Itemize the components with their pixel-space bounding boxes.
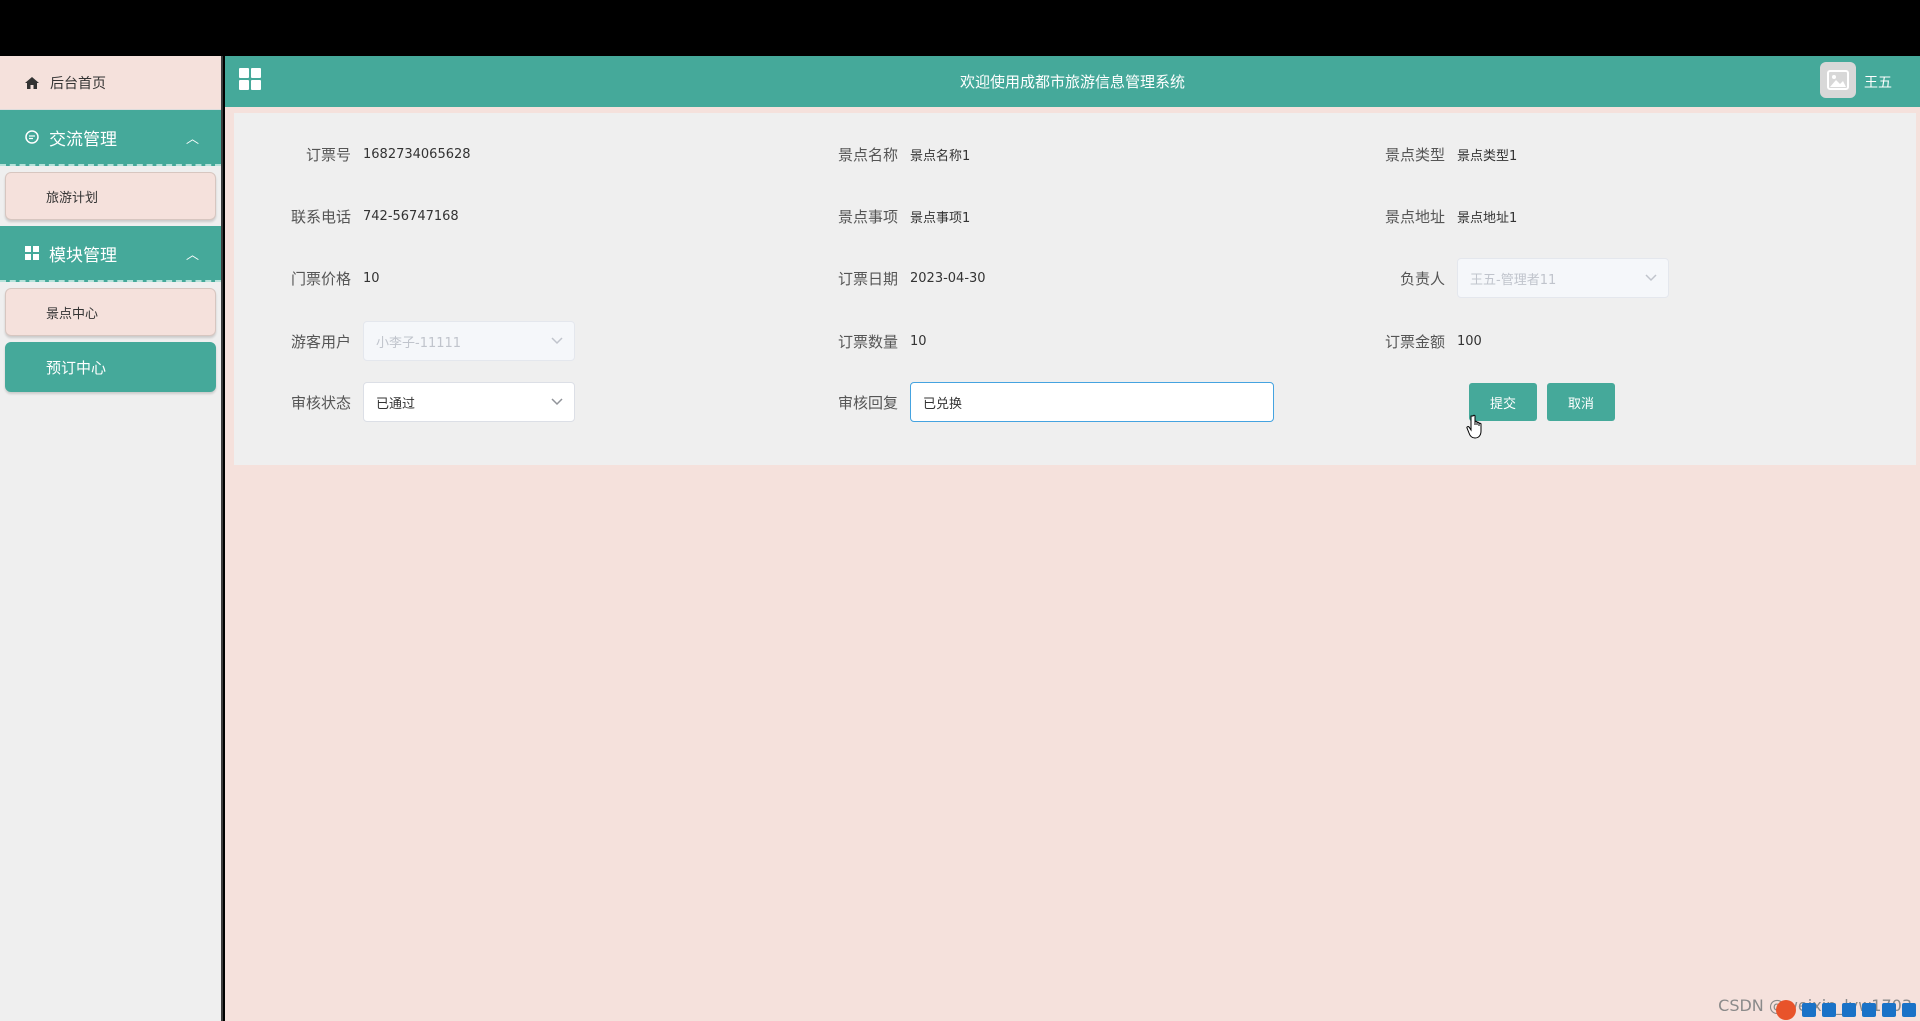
home-icon [25, 76, 39, 89]
field-value: 10 [363, 270, 380, 286]
field-review-reply: 审核回复 已兑换 [830, 382, 1274, 422]
review-reply-input[interactable]: 已兑换 [910, 382, 1274, 422]
mic-icon[interactable] [1842, 1003, 1856, 1017]
screen-top-bar [0, 0, 1920, 56]
field-manager: 负责人 王五-管理者11 [1377, 258, 1669, 298]
avatar[interactable] [1820, 62, 1856, 98]
chat-icon [25, 130, 39, 144]
field-order-no: 订票号 1682734065628 [283, 134, 471, 174]
field-label: 景点类型 [1384, 145, 1445, 164]
field-label: 审核回复 [837, 393, 898, 412]
keyboard-icon[interactable] [1862, 1003, 1876, 1017]
sidebar-group-communication[interactable]: 交流管理 ︿ [0, 110, 221, 166]
field-value: 2023-04-30 [910, 270, 986, 286]
field-label: 订票日期 [837, 269, 898, 288]
field-label: 订票数量 [837, 332, 898, 351]
grid-icon [25, 246, 39, 260]
page-title: 欢迎使用成都市旅游信息管理系统 [959, 73, 1185, 91]
field-amount: 订票金额 100 [1377, 321, 1482, 361]
cancel-button[interactable]: 取消 [1547, 383, 1615, 421]
field-spot-item: 景点事项 景点事项1 [830, 196, 970, 236]
field-price: 门票价格 10 [283, 258, 380, 298]
sidebar-group-label: 模块管理 [49, 245, 117, 266]
sidebar-item-label: 旅游计划 [46, 190, 99, 206]
sidebar-group-modules[interactable]: 模块管理 ︿ [0, 226, 221, 282]
chevron-up-icon: ︿ [185, 132, 199, 147]
hand-cursor-icon [1466, 414, 1482, 439]
field-label: 订票号 [305, 145, 351, 164]
sidebar-item-label: 后台首页 [50, 75, 106, 92]
chevron-up-icon: ︿ [185, 248, 199, 263]
field-value: 10 [910, 333, 927, 349]
grid-icon[interactable] [1902, 1003, 1916, 1017]
system-tray [1772, 999, 1920, 1021]
image-icon [1827, 70, 1849, 90]
field-value: 景点类型1 [1457, 148, 1518, 164]
field-label: 联系电话 [290, 207, 351, 226]
field-spot-type: 景点类型 景点类型1 [1377, 134, 1517, 174]
input-value: 已兑换 [923, 396, 963, 412]
field-review-status: 审核状态 已通过 [283, 382, 575, 422]
field-tourist: 游客用户 小李子-11111 [283, 321, 575, 361]
select-value: 王五-管理者11 [1470, 272, 1557, 288]
field-phone: 联系电话 742-56747168 [283, 196, 459, 236]
field-value: 景点事项1 [910, 210, 971, 226]
field-date: 订票日期 2023-04-30 [830, 258, 986, 298]
field-label: 景点地址 [1384, 207, 1445, 226]
field-spot-address: 景点地址 景点地址1 [1377, 196, 1517, 236]
chevron-down-icon [551, 337, 563, 345]
review-status-select[interactable]: 已通过 [363, 382, 575, 422]
field-label: 订票金额 [1384, 332, 1445, 351]
header: 欢迎使用成都市旅游信息管理系统 王五 [225, 56, 1920, 107]
sidebar: 后台首页 交流管理 ︿ 旅游计划 模块管理 ︿ 景点中心 预订中心 [0, 56, 223, 1021]
field-label: 门票价格 [290, 269, 351, 288]
sidebar-item-label: 预订中心 [46, 358, 107, 377]
field-label: 负责人 [1399, 269, 1445, 288]
manager-select[interactable]: 王五-管理者11 [1457, 258, 1669, 298]
sidebar-group-label: 交流管理 [49, 129, 117, 150]
field-value: 景点地址1 [1457, 210, 1518, 226]
field-spot-name: 景点名称 景点名称1 [830, 134, 970, 174]
select-value: 已通过 [376, 396, 416, 412]
field-value: 景点名称1 [910, 148, 971, 164]
field-quantity: 订票数量 10 [830, 321, 927, 361]
sidebar-item-booking-center[interactable]: 预订中心 [5, 342, 216, 392]
field-value: 742-56747168 [363, 208, 459, 224]
username[interactable]: 王五 [1864, 72, 1892, 92]
sidebar-item-spot-center[interactable]: 景点中心 [5, 288, 216, 336]
field-value: 1682734065628 [363, 146, 471, 162]
chevron-down-icon [1645, 274, 1657, 282]
sidebar-item-label: 景点中心 [46, 306, 99, 322]
shirt-icon[interactable] [1882, 1003, 1896, 1017]
chevron-down-icon [551, 398, 563, 406]
sogou-icon[interactable] [1776, 1000, 1796, 1020]
tourist-select[interactable]: 小李子-11111 [363, 321, 575, 361]
field-label: 游客用户 [290, 332, 351, 351]
field-label: 景点事项 [837, 207, 898, 226]
sidebar-item-travel-plan[interactable]: 旅游计划 [5, 172, 216, 220]
field-value: 100 [1457, 333, 1482, 349]
punctuation-icon[interactable] [1822, 1003, 1836, 1017]
field-label: 审核状态 [290, 393, 351, 412]
select-value: 小李子-11111 [376, 335, 462, 351]
ime-icon[interactable] [1802, 1003, 1816, 1017]
field-label: 景点名称 [837, 145, 898, 164]
sidebar-item-home[interactable]: 后台首页 [0, 56, 221, 110]
